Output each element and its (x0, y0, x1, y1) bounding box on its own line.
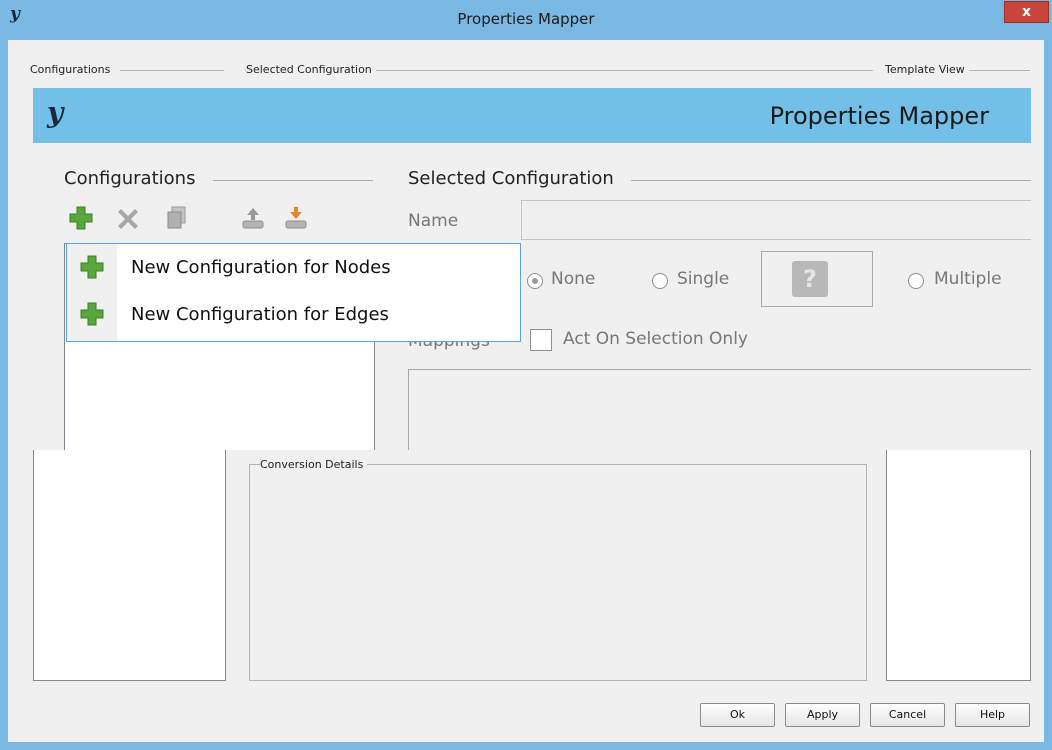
template-view-group-label: Template View (885, 63, 969, 76)
import-config-button[interactable] (284, 206, 308, 234)
radio-multiple[interactable] (908, 273, 924, 289)
radio-none[interactable] (527, 273, 543, 289)
act-on-selection-checkbox[interactable] (530, 329, 552, 351)
name-field[interactable] (521, 200, 1031, 240)
conversion-details-panel (249, 464, 867, 681)
selected-configuration-group-label: Selected Configuration (246, 63, 376, 76)
export-config-button[interactable] (241, 206, 265, 234)
menu-item-label: New Configuration for Edges (131, 304, 389, 325)
title-bar[interactable]: y Properties Mapper x (0, 0, 1052, 40)
apply-button[interactable]: Apply (785, 703, 860, 727)
single-template-preview[interactable]: ? (761, 251, 873, 307)
new-configuration-menu: New Configuration for Nodes New Configur… (66, 243, 521, 342)
add-icon (69, 206, 93, 230)
menu-item-new-config-edges[interactable]: New Configuration for Edges (67, 292, 520, 341)
help-button[interactable]: Help (955, 703, 1030, 727)
menu-item-label: New Configuration for Nodes (131, 257, 391, 278)
ok-button[interactable]: Ok (700, 703, 775, 727)
import-icon (285, 207, 307, 229)
delete-icon (118, 209, 138, 229)
conversion-details-group-label: Conversion Details (260, 458, 368, 471)
copy-icon (167, 206, 186, 229)
radio-none-label: None (551, 269, 596, 289)
zoom-configurations-label: Configurations (64, 168, 204, 189)
close-button[interactable]: x (1004, 1, 1049, 23)
name-label: Name (408, 211, 459, 231)
window-title: Properties Mapper (457, 10, 595, 28)
cancel-button[interactable]: Cancel (870, 703, 945, 727)
zoom-title-bar: y Properties Mapper (33, 88, 1031, 143)
add-icon (80, 255, 104, 279)
unknown-template-icon: ? (792, 261, 828, 297)
radio-multiple-label: Multiple (934, 269, 1002, 289)
delete-config-button[interactable] (117, 207, 139, 233)
menu-item-new-config-nodes[interactable]: New Configuration for Nodes (67, 244, 520, 292)
radio-single[interactable] (652, 273, 668, 289)
copy-config-button[interactable] (166, 206, 188, 234)
mappings-table[interactable] (408, 369, 1031, 450)
zoom-configurations-line (213, 180, 373, 181)
zoomed-detail-view: y Properties Mapper Configurations Selec… (33, 88, 1031, 450)
act-on-selection-label: Act On Selection Only (563, 329, 748, 349)
add-config-button[interactable] (69, 206, 93, 234)
add-icon (80, 302, 104, 326)
zoom-app-logo-icon: y (47, 96, 64, 129)
configurations-group-label: Configurations (30, 63, 115, 76)
zoom-selected-configuration-line (631, 180, 1031, 181)
zoom-window-title: Properties Mapper (769, 102, 989, 130)
export-icon (242, 208, 264, 229)
radio-single-label: Single (677, 269, 730, 289)
zoom-selected-configuration-label: Selected Configuration (408, 168, 622, 189)
configurations-group-line (120, 70, 224, 71)
